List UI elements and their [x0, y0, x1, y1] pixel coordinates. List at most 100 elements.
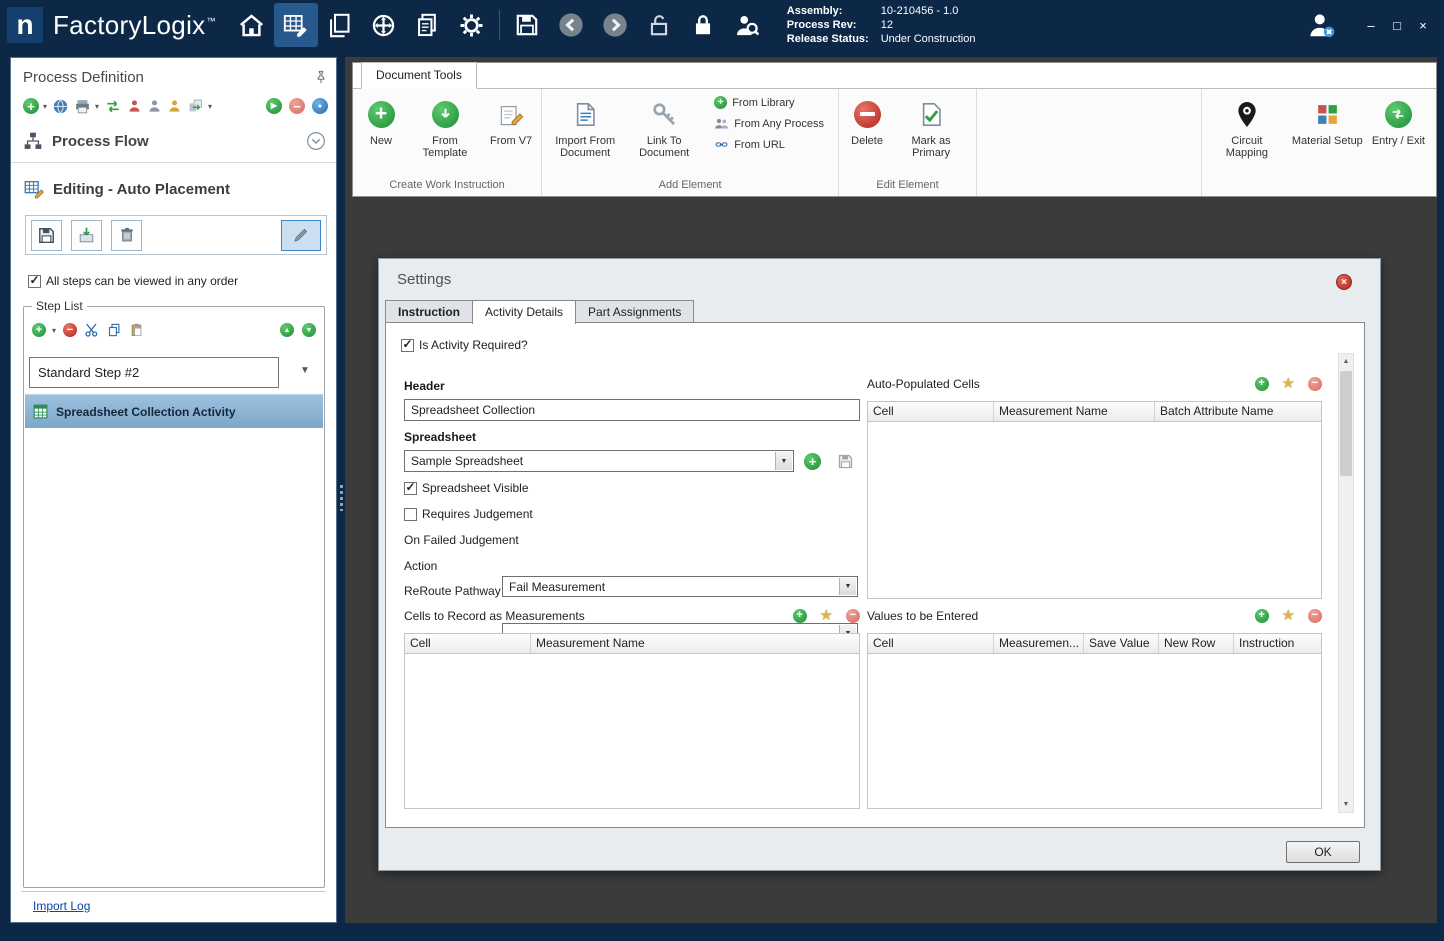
dispatch-button[interactable]: [362, 3, 406, 47]
export-caret-icon[interactable]: ▾: [208, 102, 212, 111]
dialog-close-button[interactable]: ×: [1336, 274, 1352, 290]
add-step-caret-icon[interactable]: ▾: [52, 326, 56, 335]
column-header[interactable]: Batch Attribute Name: [1155, 402, 1321, 421]
tab-document-tools[interactable]: Document Tools: [361, 62, 477, 89]
column-header[interactable]: New Row: [1159, 634, 1234, 653]
copy-icon[interactable]: [107, 322, 122, 338]
print-caret-icon[interactable]: ▾: [95, 102, 99, 111]
auto-populated-edit-icon[interactable]: ★: [1282, 376, 1295, 391]
column-header[interactable]: Cell: [868, 402, 994, 421]
column-header[interactable]: Measuremen...: [994, 634, 1084, 653]
from-template-button[interactable]: From Template: [406, 94, 484, 161]
record-icon[interactable]: ●: [312, 98, 328, 114]
delete-document-button[interactable]: [111, 219, 142, 251]
home-button[interactable]: [230, 3, 274, 47]
maximize-button[interactable]: □: [1384, 13, 1410, 37]
step-selector-expand-icon[interactable]: ▼: [300, 365, 310, 376]
import-log-link[interactable]: Import Log: [33, 899, 90, 913]
column-header[interactable]: Save Value: [1084, 634, 1159, 653]
spreadsheet-visible-checkbox[interactable]: ✓: [404, 481, 417, 495]
lock-button[interactable]: [681, 3, 725, 47]
activity-required-checkbox[interactable]: ✓: [401, 338, 414, 352]
move-step-down-icon[interactable]: ▼: [302, 323, 316, 337]
scroll-up-icon[interactable]: ▲: [1339, 354, 1353, 369]
back-button[interactable]: [549, 3, 593, 47]
remove-icon[interactable]: −: [289, 98, 305, 114]
sidebar-splitter[interactable]: [337, 57, 345, 923]
user-gold-icon[interactable]: [167, 98, 182, 114]
move-step-up-icon[interactable]: ▲: [280, 323, 294, 337]
spreadsheet-combo-arrow-icon[interactable]: ▼: [775, 452, 792, 470]
tab-activity-details[interactable]: Activity Details: [472, 300, 577, 324]
settings-gear-button[interactable]: [450, 3, 494, 47]
action-combo-arrow-icon[interactable]: ▼: [839, 578, 856, 595]
collapse-panel-icon[interactable]: [306, 131, 326, 151]
action-combo[interactable]: Fail Measurement ▼: [502, 576, 858, 597]
save-document-button[interactable]: [31, 219, 62, 251]
header-input[interactable]: [404, 399, 860, 421]
add-spreadsheet-icon[interactable]: +: [804, 453, 821, 470]
new-button[interactable]: + New: [359, 94, 403, 149]
add-process-icon[interactable]: +: [23, 98, 39, 114]
auto-populated-add-icon[interactable]: +: [1254, 376, 1269, 391]
delete-element-button[interactable]: Delete: [845, 94, 889, 149]
close-button[interactable]: ×: [1410, 13, 1436, 37]
entry-exit-button[interactable]: Entry / Exit: [1369, 94, 1428, 149]
column-header[interactable]: Cell: [868, 634, 994, 653]
import-from-document-button[interactable]: Import From Document: [548, 94, 622, 161]
save-spreadsheet-icon[interactable]: [837, 453, 854, 470]
add-process-caret-icon[interactable]: ▾: [43, 102, 47, 111]
values-to-enter-remove-icon[interactable]: −: [1308, 608, 1322, 623]
cells-to-record-add-icon[interactable]: +: [792, 608, 807, 623]
globe-icon[interactable]: [52, 98, 69, 115]
grid-body[interactable]: [867, 654, 1322, 809]
minimize-button[interactable]: –: [1358, 13, 1384, 37]
add-step-icon[interactable]: +: [32, 323, 46, 337]
spreadsheet-combo[interactable]: Sample Spreadsheet ▼: [404, 450, 794, 472]
link-to-document-button[interactable]: Link To Document: [625, 94, 703, 161]
selected-activity-row[interactable]: Spreadsheet Collection Activity: [25, 394, 323, 428]
import-document-button[interactable]: [71, 219, 102, 251]
mark-as-primary-button[interactable]: Mark as Primary: [892, 94, 970, 161]
forward-button[interactable]: [593, 3, 637, 47]
column-header[interactable]: Instruction: [1234, 634, 1321, 653]
step-selector[interactable]: Standard Step #2: [29, 357, 279, 388]
tab-part-assignments[interactable]: Part Assignments: [575, 300, 695, 324]
print-icon[interactable]: [74, 98, 91, 115]
user-gray-icon[interactable]: [147, 98, 162, 114]
values-to-enter-edit-icon[interactable]: ★: [1282, 608, 1295, 623]
tab-instruction[interactable]: Instruction: [385, 300, 473, 324]
unlock-button[interactable]: [637, 3, 681, 47]
remove-step-icon[interactable]: −: [63, 323, 78, 337]
cut-icon[interactable]: [84, 322, 100, 338]
user-status-button[interactable]: [1306, 10, 1336, 40]
scroll-down-icon[interactable]: ▼: [1339, 797, 1353, 812]
from-any-process-button[interactable]: From Any Process: [714, 117, 824, 130]
requires-judgement-checkbox[interactable]: [404, 507, 417, 521]
material-setup-button[interactable]: Material Setup: [1289, 94, 1366, 149]
paste-icon[interactable]: [129, 322, 144, 338]
transfer-arrows-icon[interactable]: [104, 98, 122, 115]
grid-body[interactable]: [867, 422, 1322, 599]
column-header[interactable]: Measurement Name: [994, 402, 1155, 421]
from-v7-button[interactable]: From V7: [487, 94, 535, 149]
cells-to-record-edit-icon[interactable]: ★: [820, 608, 833, 623]
pin-icon[interactable]: [314, 69, 328, 86]
process-editor-button[interactable]: [273, 3, 318, 47]
content-scrollbar[interactable]: ▲ ▼: [1338, 353, 1354, 813]
column-header[interactable]: Cell: [405, 634, 531, 653]
ok-button[interactable]: OK: [1286, 841, 1360, 863]
from-url-button[interactable]: From URL: [714, 138, 824, 151]
view-order-checkbox[interactable]: ✓: [28, 274, 41, 288]
documents-button[interactable]: [318, 3, 362, 47]
scrollbar-thumb[interactable]: [1340, 371, 1352, 476]
copy-pages-button[interactable]: [406, 3, 450, 47]
values-to-enter-add-icon[interactable]: +: [1254, 608, 1269, 623]
auto-populated-remove-icon[interactable]: −: [1308, 376, 1322, 391]
column-header[interactable]: Measurement Name: [531, 634, 859, 653]
circuit-mapping-button[interactable]: Circuit Mapping: [1208, 94, 1286, 161]
run-icon[interactable]: ▶: [266, 98, 282, 114]
grid-body[interactable]: [404, 654, 860, 809]
export-icon[interactable]: [187, 98, 204, 114]
user-red-icon[interactable]: [127, 98, 142, 114]
